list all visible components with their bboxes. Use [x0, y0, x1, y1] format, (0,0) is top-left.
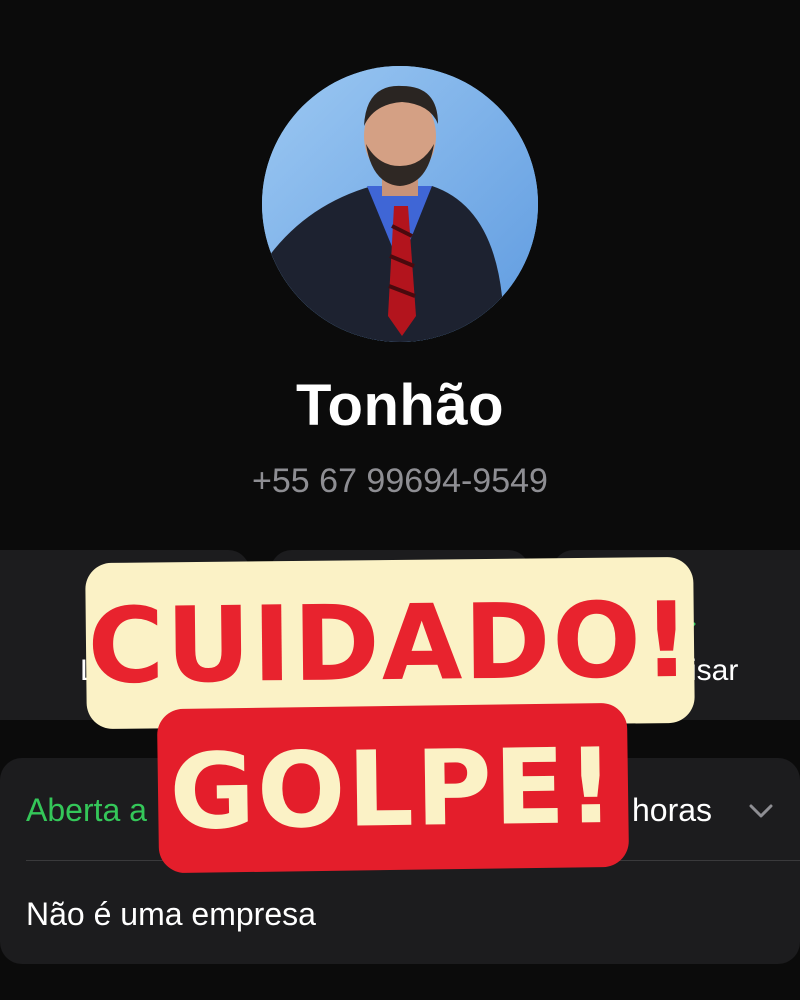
hours-detail[interactable]: horas	[632, 792, 712, 829]
hours-status[interactable]: Aberta a	[26, 792, 147, 829]
profile-avatar[interactable]	[262, 66, 538, 342]
warning-text-scam: GOLPE!	[168, 724, 618, 854]
business-note: Não é uma empresa	[26, 896, 316, 932]
warning-text-caution: CUIDADO!	[87, 578, 693, 708]
contact-phone[interactable]: +55 67 99694-9549	[0, 462, 800, 501]
chevron-down-icon[interactable]	[746, 796, 776, 826]
profile-photo	[262, 66, 538, 342]
contact-name: Tonhão	[295, 373, 505, 438]
action-label-search: isar	[690, 654, 739, 687]
